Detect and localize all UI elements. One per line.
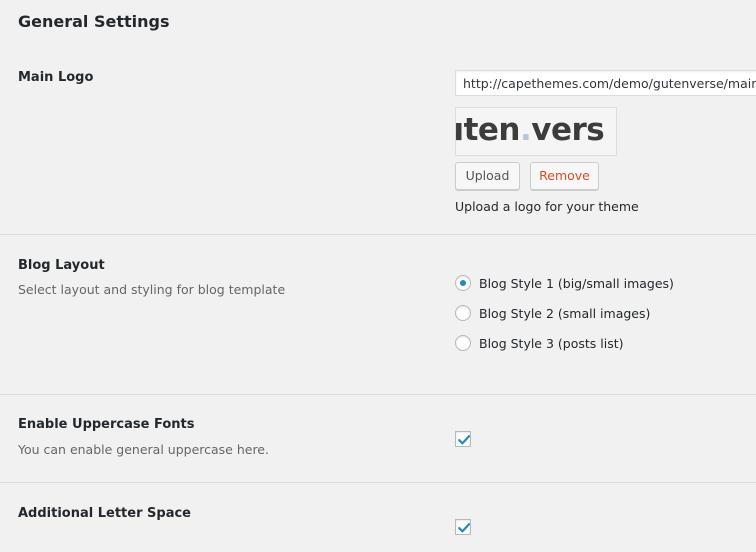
remove-button[interactable]: Remove	[530, 162, 599, 190]
main-logo-label: Main Logo	[18, 70, 94, 85]
letter-space-label: Additional Letter Space	[18, 506, 191, 521]
divider	[0, 234, 756, 235]
divider	[0, 394, 756, 395]
blog-style-2-radio[interactable]	[455, 305, 471, 321]
logo-image: uten.vers	[456, 112, 605, 148]
letter-space-checkbox[interactable]	[455, 519, 471, 535]
blog-style-2-option[interactable]: Blog Style 2 (small images)	[455, 305, 650, 321]
upload-button[interactable]: Upload	[455, 162, 520, 190]
blog-style-2-label: Blog Style 2 (small images)	[479, 305, 651, 321]
uppercase-fonts-description: You can enable general uppercase here.	[18, 442, 269, 457]
blog-style-1-radio[interactable]	[455, 275, 471, 291]
logo-url-input[interactable]	[455, 70, 756, 96]
blog-style-3-label: Blog Style 3 (posts list)	[479, 335, 624, 351]
checkmark-icon	[458, 523, 471, 533]
blog-style-3-radio[interactable]	[455, 335, 471, 351]
checkmark-icon	[458, 435, 471, 445]
uppercase-fonts-checkbox[interactable]	[455, 431, 471, 447]
logo-preview: uten.vers	[455, 107, 617, 156]
page-title: General Settings	[18, 12, 170, 31]
blog-style-3-option[interactable]: Blog Style 3 (posts list)	[455, 335, 624, 351]
blog-layout-description: Select layout and styling for blog templ…	[18, 282, 286, 297]
blog-style-1-option[interactable]: Blog Style 1 (big/small images)	[455, 275, 674, 291]
logo-help-text: Upload a logo for your theme	[455, 199, 639, 214]
blog-style-1-label: Blog Style 1 (big/small images)	[479, 275, 674, 291]
divider	[0, 482, 756, 483]
blog-layout-label: Blog Layout	[18, 258, 105, 273]
uppercase-fonts-label: Enable Uppercase Fonts	[18, 417, 195, 432]
